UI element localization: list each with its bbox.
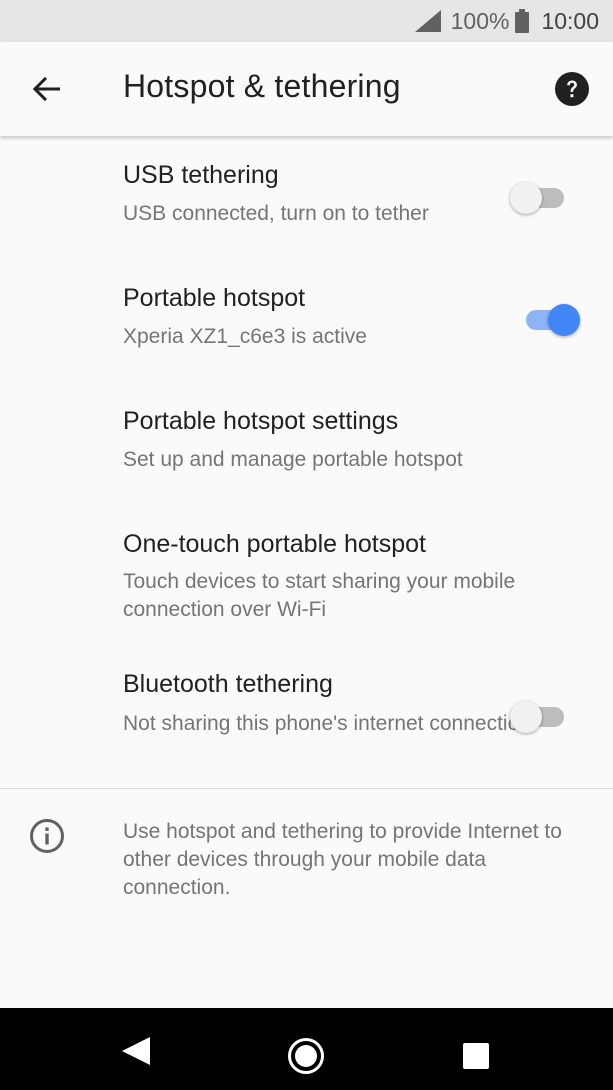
battery-percent: 100% [450,7,510,34]
switch-thumb [510,701,542,733]
nav-recents-icon[interactable] [463,1043,489,1069]
switch-thumb [548,304,580,336]
bluetooth-tethering-title: Bluetooth tethering [123,670,333,698]
one-touch-hotspot-subtitle: Touch devices to start sharing your mobi… [123,570,516,621]
portable-hotspot-settings-subtitle: Set up and manage portable hotspot [123,448,463,471]
usb-tethering-item[interactable]: USB tethering USB connected, turn on to … [0,136,613,254]
usb-tethering-switch[interactable] [510,178,570,218]
app-bar: Hotspot & tethering [0,42,613,136]
one-touch-hotspot-item[interactable]: One-touch portable hotspot Touch devices… [0,504,613,644]
portable-hotspot-item[interactable]: Portable hotspot Xperia XZ1_c6e3 is acti… [0,258,613,378]
clock: 10:00 [541,7,599,34]
portable-hotspot-title: Portable hotspot [123,284,306,312]
status-bar: 100% 10:00 [0,0,613,42]
divider [0,788,613,789]
battery-icon [515,9,530,33]
usb-tethering-title: USB tethering [123,161,279,189]
signal-icon [414,10,441,32]
bluetooth-tethering-switch[interactable] [510,697,570,737]
one-touch-hotspot-title: One-touch portable hotspot [123,530,426,558]
page-title: Hotspot & tethering [123,68,401,104]
navigation-bar [0,1008,613,1090]
portable-hotspot-subtitle: Xperia XZ1_c6e3 is active [123,325,367,348]
portable-hotspot-settings-title: Portable hotspot settings [123,407,399,435]
info-icon [30,819,64,853]
switch-thumb [510,182,542,214]
nav-back-icon[interactable] [120,1035,152,1067]
info-text: Use hotspot and tethering to provide Int… [123,820,562,899]
help-icon[interactable] [554,71,590,107]
nav-home-icon[interactable] [287,1037,325,1075]
portable-hotspot-switch[interactable] [520,300,580,340]
portable-hotspot-settings-item[interactable]: Portable hotspot settings Set up and man… [0,380,613,502]
arrow-back-icon[interactable] [30,72,64,106]
bluetooth-tethering-item[interactable]: Bluetooth tethering Not sharing this pho… [0,646,613,788]
